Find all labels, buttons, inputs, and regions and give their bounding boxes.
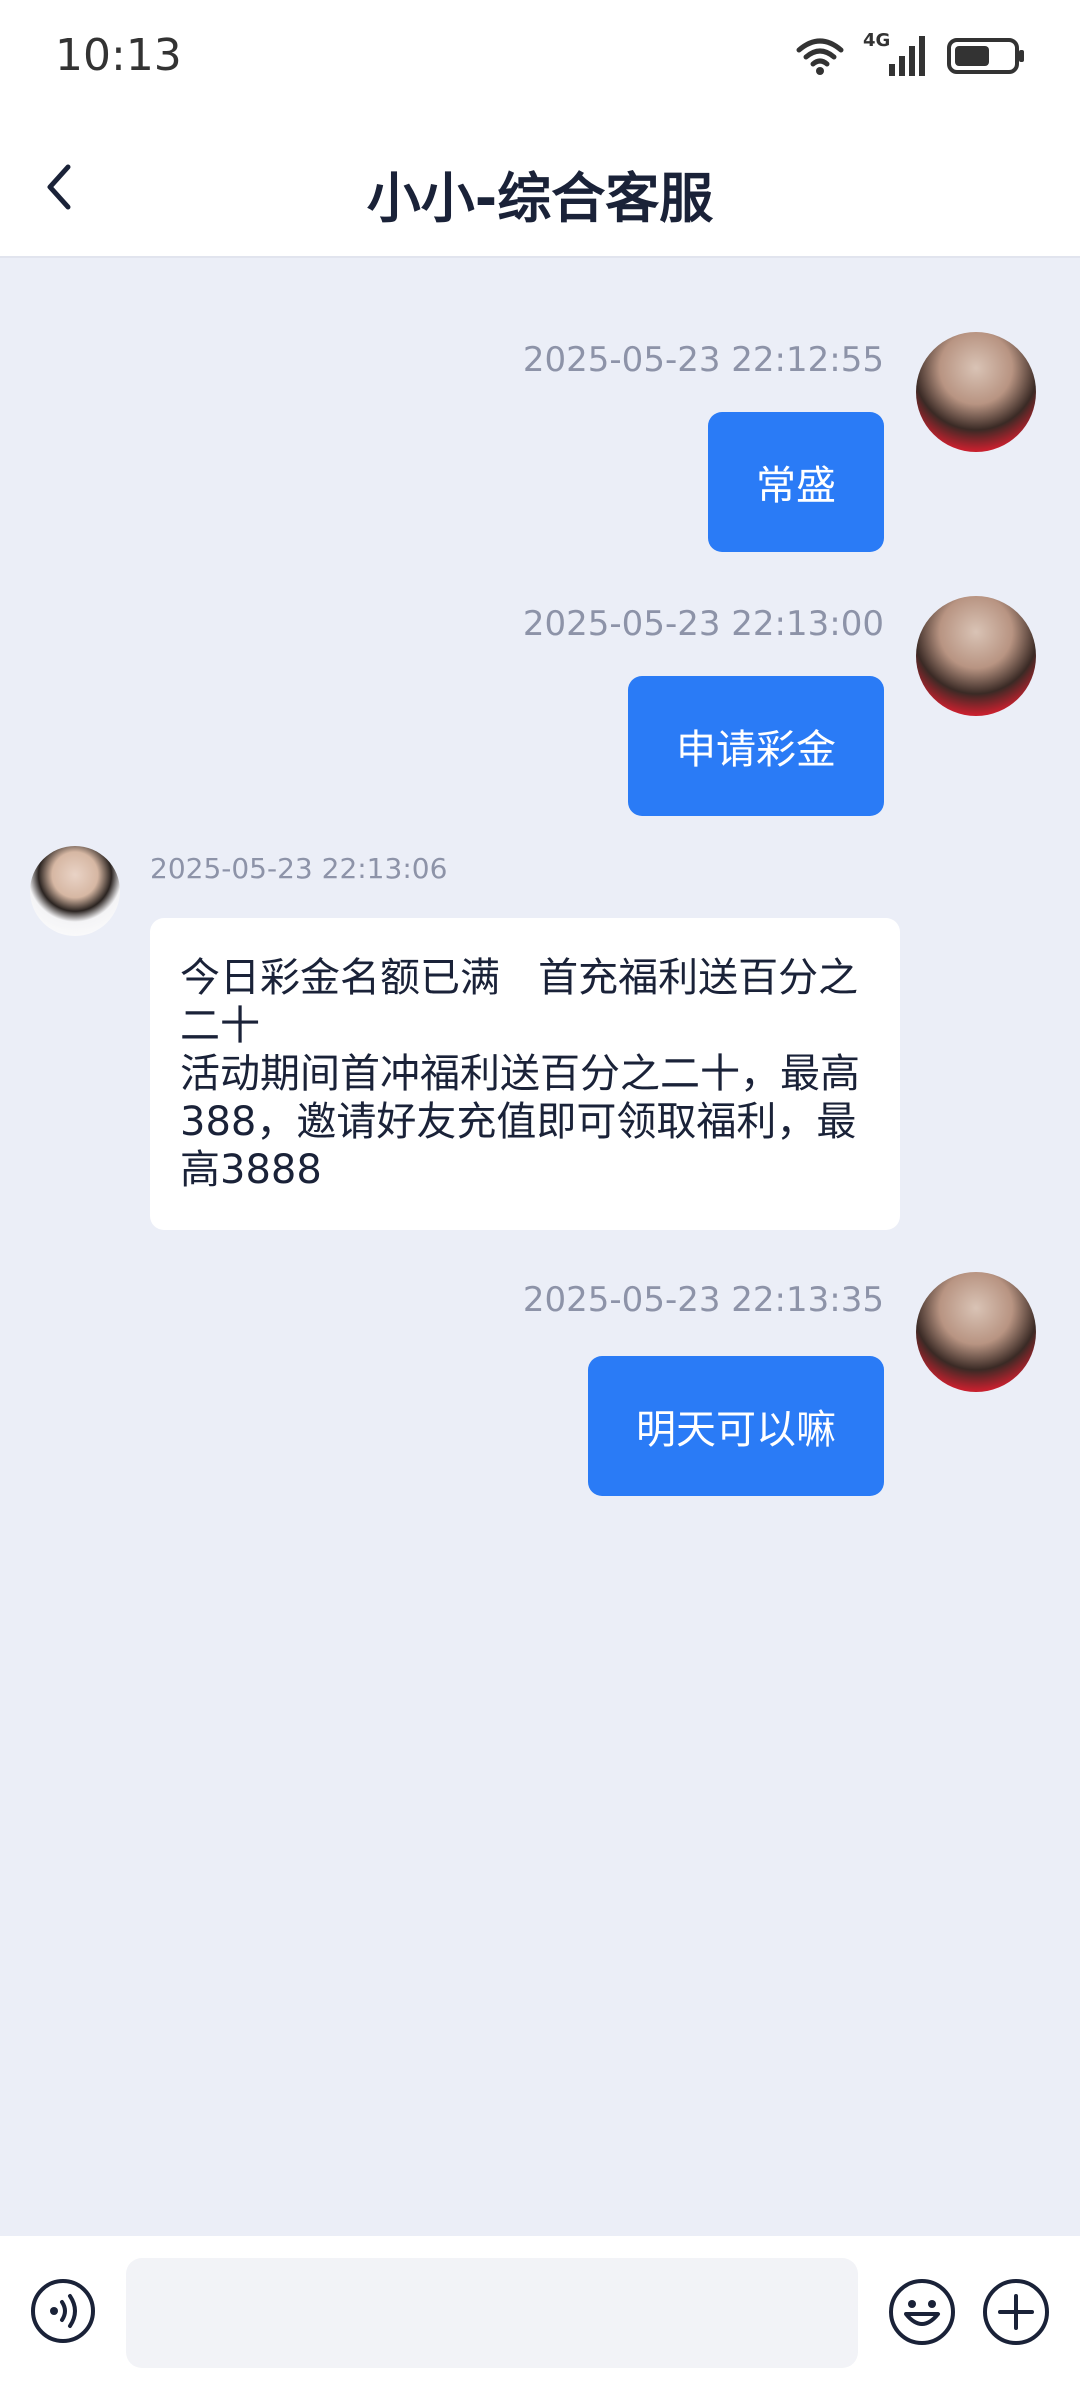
message-bubble[interactable]: 常盛 [708, 412, 884, 552]
agent-avatar[interactable] [30, 846, 120, 936]
cellular-signal-icon: 4G [863, 30, 929, 78]
message-bubble[interactable]: 明天可以嘛 [588, 1356, 884, 1496]
message-input[interactable] [126, 2258, 858, 2368]
message-text: 今日彩金名额已满 首充福利送百分之二十 活动期间首冲福利送百分之二十，最高388… [180, 955, 860, 1193]
status-icons: 4G [795, 30, 1025, 78]
message-bubble[interactable]: 今日彩金名额已满 首充福利送百分之二十 活动期间首冲福利送百分之二十，最高388… [150, 918, 900, 1230]
input-bar [0, 2236, 1080, 2388]
message-timestamp: 2025-05-23 22:13:06 [150, 852, 448, 885]
wifi-icon [796, 38, 844, 75]
message-bubble[interactable]: 申请彩金 [628, 676, 884, 816]
status-time: 10:13 [55, 30, 182, 81]
message-timestamp: 2025-05-23 22:13:35 [522, 1280, 884, 1320]
message-timestamp: 2025-05-23 22:13:00 [522, 604, 884, 644]
message-timestamp: 2025-05-23 22:12:55 [522, 340, 884, 380]
battery-icon [947, 38, 1024, 74]
plus-icon[interactable] [982, 2278, 1050, 2346]
user-avatar[interactable] [916, 1272, 1036, 1392]
voice-icon[interactable] [30, 2278, 96, 2344]
chat-area[interactable]: 2025-05-23 22:12:55 常盛 2025-05-23 22:13:… [0, 258, 1080, 2236]
user-avatar[interactable] [916, 332, 1036, 452]
page-title: 小小-综合客服 [366, 167, 714, 230]
nav-header: 小小-综合客服 [0, 114, 1080, 258]
emoji-icon[interactable] [888, 2278, 956, 2346]
status-bar: 10:13 4G [0, 0, 1080, 114]
user-avatar[interactable] [916, 596, 1036, 716]
